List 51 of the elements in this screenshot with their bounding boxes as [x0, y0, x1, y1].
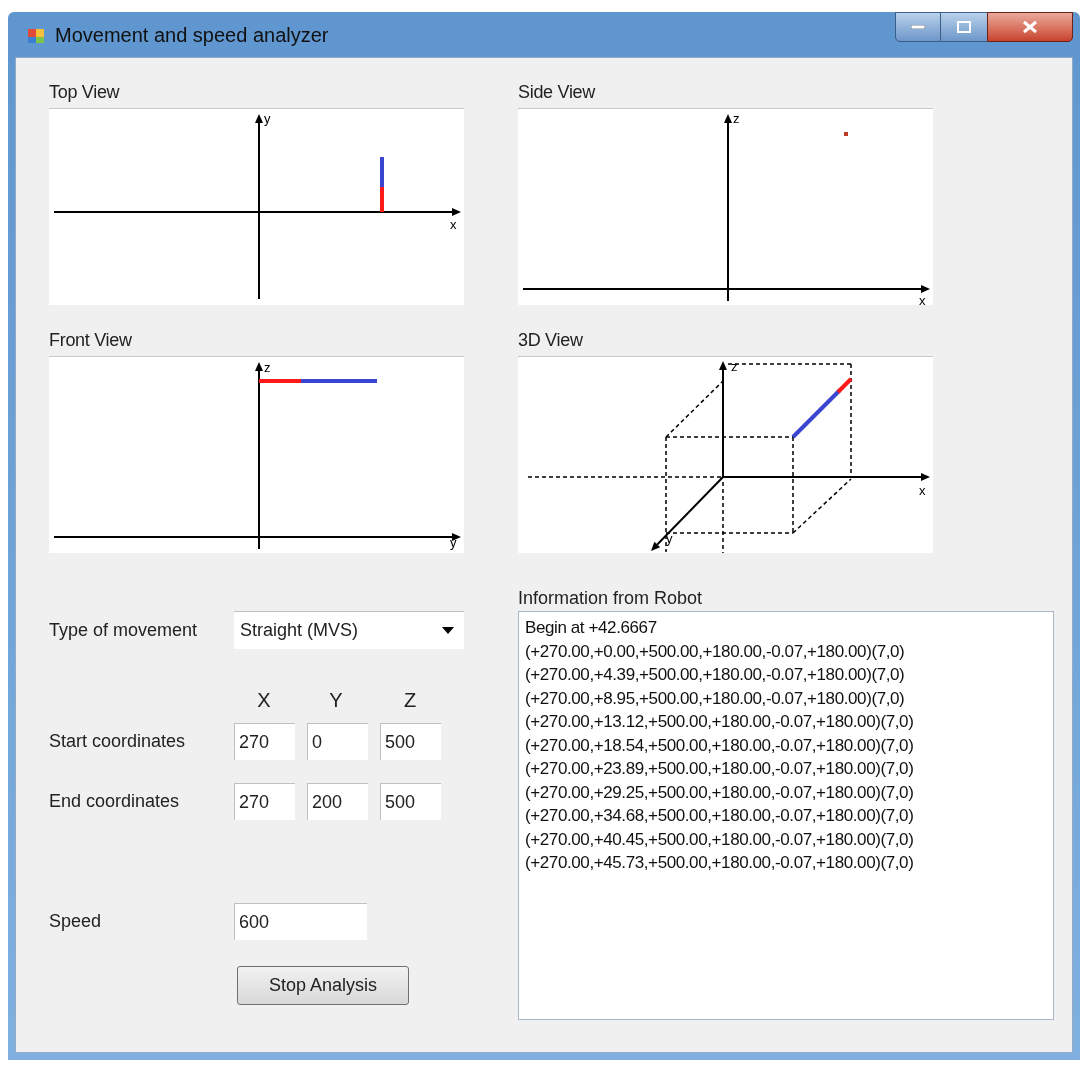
maximize-icon: [957, 21, 971, 33]
view-title: Front View: [49, 329, 133, 352]
column-header: Y: [328, 688, 344, 713]
log-line: (+270.00,+40.45,+500.00,+180.00,-0.07,+180.00)(7,0): [525, 828, 915, 851]
column-header: X: [256, 688, 272, 713]
speed-field[interactable]: 600: [234, 903, 367, 940]
axis-label: z: [731, 359, 738, 374]
log-line: (+270.00,+4.39,+500.00,+180.00,-0.07,+180.00)(7,0): [525, 664, 906, 686]
window-title: Movement and speed analyzer: [55, 22, 329, 48]
close-button[interactable]: [987, 12, 1073, 42]
log-line: (+270.00,+45.73,+500.00,+180.00,-0.07,+180.00)(7,0): [525, 852, 915, 874]
coordinate-field[interactable]: 270: [234, 723, 295, 760]
dropdown-arrow-icon: [442, 627, 454, 634]
close-icon: [1022, 20, 1038, 34]
field-label: Speed: [49, 910, 103, 933]
trajectory-line: [791, 377, 853, 439]
coordinate-field[interactable]: 270: [234, 783, 295, 820]
axis-label: x: [919, 483, 926, 498]
log-line: (+270.00,+0.00,+500.00,+180.00,-0.07,+180.00)(7,0): [525, 640, 906, 663]
log-line: Begin at +42.6667: [525, 617, 658, 639]
axis-label: z: [264, 360, 271, 375]
log-line: (+270.00,+18.54,+500.00,+180.00,-0.07,+180.00)(7,0): [525, 734, 915, 757]
axis-label: y: [666, 531, 673, 546]
coordinate-field[interactable]: 0: [307, 723, 368, 760]
log-line: (+270.00,+13.12,+500.00,+180.00,-0.07,+180.00)(7,0): [525, 711, 915, 733]
trajectory-line: [380, 157, 384, 212]
stop-analysis-button[interactable]: Stop Analysis: [237, 966, 409, 1005]
movement-dropdown[interactable]: Straight (MVS): [234, 611, 464, 649]
coordinate-field[interactable]: 500: [380, 783, 441, 820]
field-label: End coordinates: [49, 790, 181, 813]
minimize-icon: [911, 25, 925, 29]
axis-label: x: [919, 293, 926, 305]
column-header: Z: [402, 688, 418, 713]
field-label: Start coordinates: [49, 730, 187, 753]
coordinate-field[interactable]: 200: [307, 783, 368, 820]
log-line: (+270.00,+29.25,+500.00,+180.00,-0.07,+180.00)(7,0): [525, 781, 915, 804]
axis-label: y: [450, 535, 457, 550]
view-title: Side View: [518, 81, 597, 104]
axis-label: z: [733, 111, 740, 126]
view-title: Top View: [49, 81, 121, 104]
info-label: Information from Robot: [518, 588, 704, 610]
coordinate-field[interactable]: 500: [380, 723, 441, 760]
log-line: (+270.00,+34.68,+500.00,+180.00,-0.07,+180.00)(7,0): [525, 805, 915, 827]
axis-label: x: [450, 217, 457, 232]
field-label: Type of movement: [49, 618, 199, 642]
view-title: 3D View: [518, 329, 584, 352]
axis-label: y: [264, 111, 271, 126]
minimize-button[interactable]: [895, 12, 941, 42]
log-line: (+270.00,+8.95,+500.00,+180.00,-0.07,+180.00)(7,0): [525, 687, 906, 710]
log-line: (+270.00,+23.89,+500.00,+180.00,-0.07,+180.00)(7,0): [525, 758, 915, 780]
maximize-button[interactable]: [941, 12, 987, 42]
